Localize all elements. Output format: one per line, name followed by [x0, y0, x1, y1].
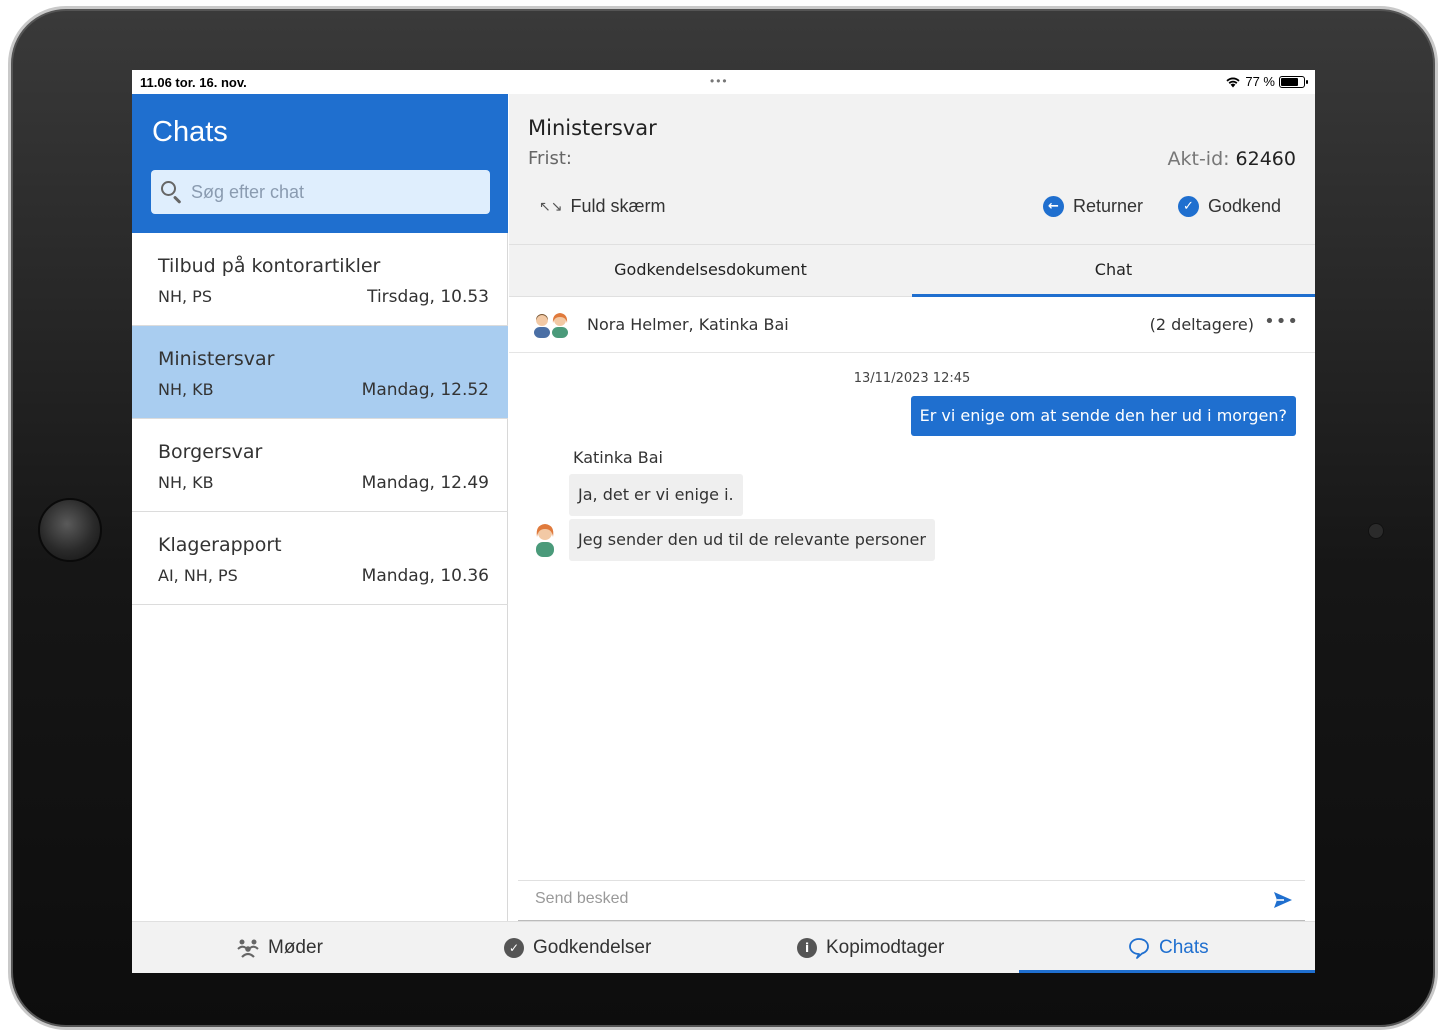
sender-avatar-icon	[536, 524, 554, 557]
check-circle-icon: ✓	[504, 938, 524, 958]
tabbar-label: Godkendelser	[533, 937, 652, 958]
akt-id-label: Akt-id:	[1167, 148, 1230, 170]
message-timestamp: 13/11/2023 12:45	[853, 371, 971, 386]
message-input[interactable]	[535, 890, 1235, 908]
search-input[interactable]	[191, 181, 481, 203]
tabbar-label: Chats	[1159, 937, 1209, 958]
chat-detail-panel: Ministersvar Frist: Akt-id: 62460 ↖↘ Fuld…	[509, 94, 1315, 921]
message-list: 13/11/2023 12:45 Er vi enige om at sende…	[509, 353, 1315, 873]
chat-list-item[interactable]: Borgersvar NH, KB Mandag, 12.49	[132, 419, 508, 512]
akt-id: Akt-id: 62460	[1168, 148, 1297, 170]
battery-fill	[1281, 77, 1298, 86]
chat-item-title: Klagerapport	[158, 534, 282, 556]
tabbar-item-meetings[interactable]: Møder	[237, 922, 323, 973]
tabbar-label: Kopimodtager	[826, 937, 945, 958]
screen: 11.06 tor. 16. nov. ••• 77 % Chats Søg e…	[132, 70, 1315, 973]
chat-item-time: Mandag, 12.49	[361, 473, 489, 493]
participants-bar: Nora Helmer, Katinka Bai (2 deltagere) •…	[509, 297, 1315, 353]
tabbar-item-approvals[interactable]: ✓ Godkendelser	[504, 922, 651, 973]
expand-icon: ↖↘	[539, 198, 563, 215]
active-tab-indicator	[1019, 970, 1315, 973]
incoming-message: Jeg sender den ud til de relevante perso…	[569, 519, 935, 561]
compose-bar	[518, 880, 1305, 921]
search-box[interactable]	[151, 170, 490, 214]
return-button[interactable]: ← Returner	[1043, 196, 1143, 217]
more-options-button[interactable]: •••	[1264, 311, 1299, 332]
home-button[interactable]	[38, 498, 102, 562]
chat-item-participants: NH, KB	[158, 473, 214, 492]
wifi-icon	[1226, 77, 1240, 87]
akt-id-value: 62460	[1235, 148, 1296, 170]
incoming-message: Ja, det er vi enige i.	[569, 474, 743, 516]
approve-label: Godkend	[1208, 196, 1282, 216]
battery-percent: 77 %	[1245, 74, 1275, 89]
participants-count: (2 deltagere)	[1149, 315, 1254, 334]
tab-chat[interactable]: Chat	[912, 245, 1315, 297]
chat-list-item[interactable]: Tilbud på kontorartikler NH, PS Tirsdag,…	[132, 233, 508, 326]
deadline-label: Frist:	[528, 148, 572, 169]
chat-item-title: Borgersvar	[158, 441, 263, 463]
send-icon[interactable]	[1271, 888, 1295, 912]
outgoing-message: Er vi enige om at sende den her ud i mor…	[910, 396, 1296, 436]
sidebar-header: Chats	[132, 94, 508, 233]
chat-item-time: Mandag, 12.52	[361, 380, 489, 400]
return-label: Returner	[1073, 196, 1144, 216]
status-right: 77 %	[1225, 74, 1308, 89]
chat-item-participants: AI, NH, PS	[158, 566, 238, 585]
fullscreen-label: Fuld skærm	[570, 196, 666, 216]
chat-item-title: Tilbud på kontorartikler	[158, 255, 381, 277]
status-time: 11.06 tor. 16. nov.	[140, 75, 247, 90]
approve-button[interactable]: ✓ Godkend	[1178, 196, 1281, 217]
meetings-icon	[237, 939, 259, 958]
sidebar-title: Chats	[152, 116, 228, 148]
tabbar-item-chats[interactable]: Chats	[1128, 922, 1209, 973]
arrow-left-circle-icon: ←	[1043, 196, 1064, 217]
battery-icon	[1279, 75, 1308, 88]
document-tabs: Godkendelsesdokument Chat	[509, 245, 1315, 297]
chat-sidebar: Chats Tilbud på kontorartikler NH, PS Ti…	[132, 94, 508, 921]
message-sender-name: Katinka Bai	[573, 448, 663, 467]
fullscreen-button[interactable]: ↖↘ Fuld skærm	[539, 196, 665, 217]
info-icon: i	[797, 938, 817, 958]
check-circle-icon: ✓	[1178, 196, 1199, 217]
document-header: Ministersvar Frist: Akt-id: 62460 ↖↘ Fuld…	[509, 94, 1315, 245]
chat-list: Tilbud på kontorartikler NH, PS Tirsdag,…	[132, 233, 508, 605]
participants-avatar-icon	[534, 313, 568, 338]
search-icon	[161, 181, 183, 204]
chat-list-item[interactable]: Klagerapport AI, NH, PS Mandag, 10.36	[132, 512, 508, 605]
chat-list-item[interactable]: Ministersvar NH, KB Mandag, 12.52	[132, 326, 508, 419]
multitasking-dots[interactable]: •••	[710, 74, 729, 88]
camera	[1368, 523, 1384, 539]
chat-item-title: Ministersvar	[158, 348, 275, 370]
status-bar: 11.06 tor. 16. nov. ••• 77 %	[132, 70, 1315, 94]
chat-item-participants: NH, KB	[158, 380, 214, 399]
tab-approval-document[interactable]: Godkendelsesdokument	[509, 245, 912, 297]
chat-item-participants: NH, PS	[158, 287, 212, 306]
tabbar-item-copy-recipient[interactable]: i Kopimodtager	[797, 922, 944, 973]
bottom-tab-bar: Møder ✓ Godkendelser i Kopimodtager Chat…	[132, 921, 1315, 973]
document-title: Ministersvar	[528, 116, 657, 140]
chat-bubble-icon	[1129, 938, 1149, 959]
chat-item-time: Mandag, 10.36	[361, 566, 489, 586]
chat-item-time: Tirsdag, 10.53	[367, 287, 489, 307]
tabbar-label: Møder	[268, 937, 323, 958]
participants-names: Nora Helmer, Katinka Bai	[587, 315, 789, 334]
